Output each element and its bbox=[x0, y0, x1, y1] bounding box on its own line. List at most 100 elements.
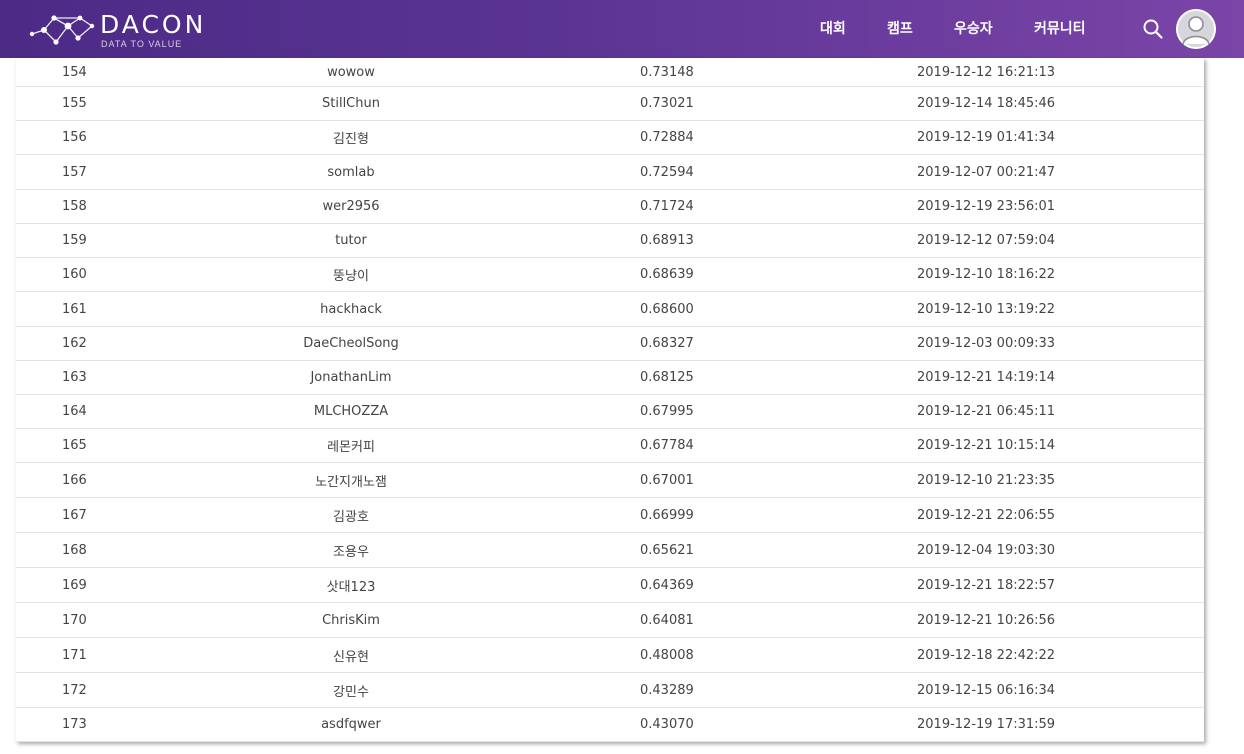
submission-time-cell: 2019-12-10 18:16:22 bbox=[917, 267, 1056, 282]
team-name-cell: asdfqwer bbox=[321, 717, 381, 732]
table-row: 173 asdfqwer 0.43070 2019-12-19 17:31:59 bbox=[16, 708, 1204, 742]
team-name-cell: wowow bbox=[327, 64, 375, 80]
score-cell: 0.43289 bbox=[640, 682, 694, 698]
nav-item-camp[interactable]: 캠프 bbox=[887, 20, 913, 38]
rank-cell: 158 bbox=[62, 199, 87, 214]
submission-time-cell: 2019-12-03 00:09:33 bbox=[917, 336, 1056, 351]
table-row: 169 삿대123 0.64369 2019-12-21 18:22:57 bbox=[16, 568, 1204, 603]
score-cell: 0.68600 bbox=[640, 301, 694, 317]
table-row: 162 DaeCheolSong 0.68327 2019-12-03 00:09:3… bbox=[16, 327, 1204, 361]
score-cell: 0.73021 bbox=[640, 96, 694, 111]
submission-time-cell: 2019-12-18 22:42:22 bbox=[917, 647, 1056, 663]
team-name-cell: JonathanLim bbox=[310, 370, 392, 385]
nav-item-winners[interactable]: 우승자 bbox=[954, 20, 993, 38]
score-cell: 0.68913 bbox=[640, 233, 694, 248]
score-cell: 0.72594 bbox=[640, 164, 694, 180]
table-row: 164 MLCHOZZA 0.67995 2019-12-21 06:45:11 bbox=[16, 395, 1204, 429]
team-name-cell: 노간지개노잼 bbox=[315, 474, 387, 490]
submission-time-cell: 2019-12-07 00:21:47 bbox=[917, 164, 1056, 180]
score-cell: 0.67784 bbox=[640, 438, 694, 453]
team-name-cell: StillChun bbox=[322, 96, 380, 111]
score-cell: 0.67001 bbox=[640, 472, 694, 488]
team-name-cell: 삿대123 bbox=[326, 579, 376, 595]
submission-time-cell: 2019-12-15 06:16:34 bbox=[917, 682, 1056, 698]
score-cell: 0.65621 bbox=[640, 542, 694, 558]
rank-cell: 155 bbox=[62, 96, 87, 111]
score-cell: 0.68125 bbox=[640, 370, 694, 385]
score-cell: 0.73148 bbox=[640, 64, 694, 80]
score-cell: 0.68327 bbox=[640, 336, 694, 351]
team-name-cell: 강민수 bbox=[333, 684, 369, 700]
score-cell: 0.48008 bbox=[640, 647, 694, 663]
table-row: 171 신유현 0.48008 2019-12-18 22:42:22 bbox=[16, 638, 1204, 673]
rank-cell: 160 bbox=[62, 267, 87, 282]
rank-cell: 168 bbox=[62, 542, 87, 558]
table-row: 167 김광호 0.66999 2019-12-21 22:06:55 bbox=[16, 498, 1204, 533]
table-row: 172 강민수 0.43289 2019-12-15 06:16:34 bbox=[16, 673, 1204, 708]
submission-time-cell: 2019-12-12 07:59:04 bbox=[917, 233, 1056, 248]
rank-cell: 165 bbox=[62, 438, 87, 453]
rank-cell: 166 bbox=[62, 472, 87, 488]
table-row: 168 조용우 0.65621 2019-12-04 19:03:30 bbox=[16, 533, 1204, 568]
dacon-logo[interactable]: DACON DATA TO VALUE bbox=[28, 9, 218, 51]
submission-time-cell: 2019-12-21 22:06:55 bbox=[917, 507, 1056, 523]
logo-tagline: DATA TO VALUE bbox=[101, 39, 183, 49]
table-row: 159 tutor 0.68913 2019-12-12 07:59:04 bbox=[16, 224, 1204, 258]
submission-time-cell: 2019-12-10 13:19:22 bbox=[917, 301, 1056, 317]
submission-time-cell: 2019-12-14 18:45:46 bbox=[917, 96, 1056, 111]
nav-item-community[interactable]: 커뮤니티 bbox=[1034, 20, 1086, 38]
table-row: 160 뚱냥이 0.68639 2019-12-10 18:16:22 bbox=[16, 258, 1204, 292]
rank-cell: 164 bbox=[62, 404, 87, 419]
rank-cell: 171 bbox=[62, 647, 87, 663]
submission-time-cell: 2019-12-12 16:21:13 bbox=[917, 64, 1056, 80]
rank-cell: 167 bbox=[62, 507, 87, 523]
team-name-cell: tutor bbox=[335, 233, 367, 248]
submission-time-cell: 2019-12-19 01:41:34 bbox=[917, 130, 1056, 145]
top-header: DACON DATA TO VALUE 대회 캠프 우승자 커뮤니티 bbox=[0, 0, 1244, 58]
submission-time-cell: 2019-12-21 10:15:14 bbox=[917, 438, 1056, 453]
rank-cell: 162 bbox=[62, 336, 87, 351]
rank-cell: 156 bbox=[62, 130, 87, 145]
submission-time-cell: 2019-12-21 14:19:14 bbox=[917, 370, 1056, 385]
table-row: 165 레몬커피 0.67784 2019-12-21 10:15:14 bbox=[16, 429, 1204, 463]
network-logo-icon bbox=[29, 15, 95, 45]
table-row: 156 김진형 0.72884 2019-12-19 01:41:34 bbox=[16, 121, 1204, 155]
submission-time-cell: 2019-12-21 06:45:11 bbox=[917, 404, 1056, 419]
rank-cell: 154 bbox=[62, 64, 87, 80]
table-row: 170 ChrisKim 0.64081 2019-12-21 10:26:56 bbox=[16, 603, 1204, 638]
score-cell: 0.67995 bbox=[640, 404, 694, 419]
table-row: 163 JonathanLim 0.68125 2019-12-21 14:19:14 bbox=[16, 361, 1204, 395]
leaderboard-table: 154 wowow 0.73148 2019-12-12 16:21:13 155 Sti… bbox=[16, 58, 1204, 742]
team-name-cell: hackhack bbox=[320, 301, 382, 317]
rank-cell: 172 bbox=[62, 682, 87, 698]
rank-cell: 161 bbox=[62, 301, 87, 317]
rank-cell: 169 bbox=[62, 577, 87, 593]
team-name-cell: 조용우 bbox=[333, 544, 369, 560]
table-row: 161 hackhack 0.68600 2019-12-10 13:19:22 bbox=[16, 292, 1204, 327]
team-name-cell: ChrisKim bbox=[322, 612, 380, 628]
submission-time-cell: 2019-12-21 10:26:56 bbox=[917, 612, 1056, 628]
submission-time-cell: 2019-12-04 19:03:30 bbox=[917, 542, 1056, 558]
score-cell: 0.72884 bbox=[640, 130, 694, 145]
team-name-cell: MLCHOZZA bbox=[313, 404, 389, 419]
table-row: 158 wer2956 0.71724 2019-12-19 23:56:01 bbox=[16, 190, 1204, 224]
search-icon[interactable] bbox=[1142, 18, 1164, 40]
rank-cell: 163 bbox=[62, 370, 87, 385]
logo-text: DACON bbox=[100, 10, 207, 39]
team-name-cell: 김진형 bbox=[333, 132, 369, 147]
table-row: 157 somlab 0.72594 2019-12-07 00:21:47 bbox=[16, 155, 1204, 190]
rank-cell: 170 bbox=[62, 612, 87, 628]
team-name-cell: 김광호 bbox=[333, 509, 369, 525]
submission-time-cell: 2019-12-19 23:56:01 bbox=[917, 199, 1056, 214]
table-row: 155 StillChun 0.73021 2019-12-14 18:45:46 bbox=[16, 87, 1204, 121]
rank-cell: 173 bbox=[62, 717, 87, 732]
score-cell: 0.64369 bbox=[640, 577, 694, 593]
submission-time-cell: 2019-12-10 21:23:35 bbox=[917, 472, 1056, 488]
nav-item-competitions[interactable]: 대회 bbox=[820, 20, 846, 38]
rank-cell: 159 bbox=[62, 233, 87, 248]
submission-time-cell: 2019-12-19 17:31:59 bbox=[917, 717, 1056, 732]
rank-cell: 157 bbox=[62, 164, 87, 180]
team-name-cell: somlab bbox=[327, 164, 375, 180]
team-name-cell: 레몬커피 bbox=[327, 440, 375, 455]
user-avatar-icon[interactable] bbox=[1176, 9, 1216, 49]
